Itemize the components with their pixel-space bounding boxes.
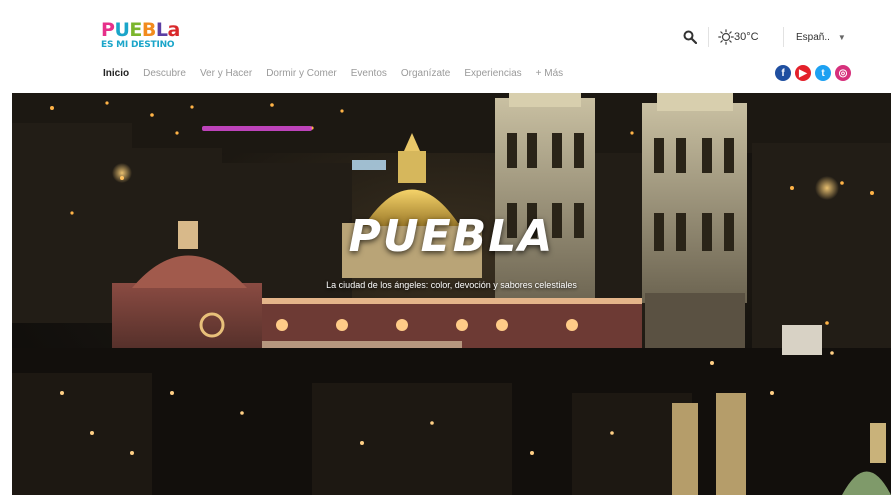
twitter-icon[interactable]: t [815,65,831,81]
site-header: PUEBLa ES MI DESTINO 30°C Españ.. ▼ Inic… [0,0,891,93]
header-divider [708,27,709,47]
nav-item-mas[interactable]: + Más [536,68,564,79]
search-icon [683,30,697,44]
nav-item-experiencias[interactable]: Experiencias [464,68,521,79]
header-divider [783,27,784,47]
hero-subtitle: La ciudad de los ángeles: color, devoció… [326,280,577,290]
facebook-icon[interactable]: f [775,65,791,81]
youtube-icon[interactable]: ▶ [795,65,811,81]
nav-item-inicio[interactable]: Inicio [103,68,129,79]
nav-item-eventos[interactable]: Eventos [351,68,387,79]
city-night-illustration [12,93,891,495]
nav-item-organizate[interactable]: Organízate [401,68,450,79]
logo-wordmark: PUEBLa [101,19,180,41]
nav-item-ver-y-hacer[interactable]: Ver y Hacer [200,68,252,79]
nav-item-descubre[interactable]: Descubre [143,68,186,79]
caret-down-icon: ▼ [837,32,846,42]
site-logo[interactable]: PUEBLa ES MI DESTINO [101,21,191,53]
sun-icon [718,29,734,45]
hero-banner: PUEBLA La ciudad de los ángeles: color, … [12,93,891,495]
hero-title: PUEBLA [348,211,555,262]
social-links: f ▶ t ◎ [775,65,855,81]
search-button[interactable] [683,27,699,47]
logo-tagline: ES MI DESTINO [101,40,175,50]
temperature-value: 30°C [734,31,759,43]
main-nav: Inicio Descubre Ver y Hacer Dormir y Com… [103,66,577,80]
language-value: Españ.. [796,31,830,43]
nav-item-dormir-y-comer[interactable]: Dormir y Comer [266,68,337,79]
instagram-icon[interactable]: ◎ [835,65,851,81]
language-select[interactable]: Españ.. ▼ [796,27,846,47]
weather-widget: 30°C [718,27,759,47]
